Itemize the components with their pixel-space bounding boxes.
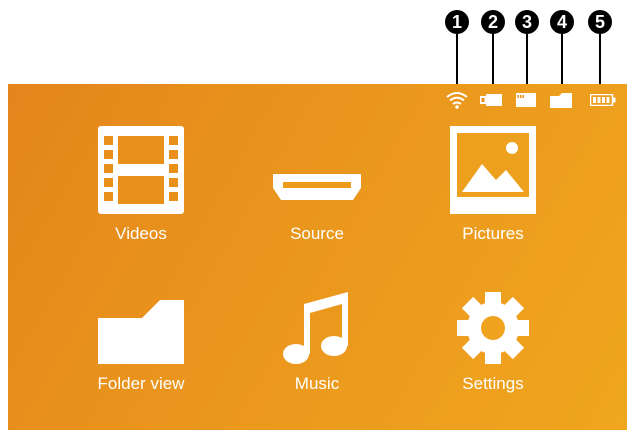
internal-memory-icon	[550, 90, 572, 110]
menu-item-videos-label: Videos	[115, 224, 167, 243]
callout-5-leader	[599, 34, 601, 84]
callout-5: 5	[588, 10, 612, 34]
battery-icon	[590, 90, 616, 110]
menu-item-music[interactable]: Music	[242, 290, 392, 394]
callout-2-leader	[492, 34, 494, 84]
menu-item-pictures-label: Pictures	[462, 224, 524, 243]
picture-icon	[450, 126, 536, 214]
wifi-icon	[446, 90, 468, 110]
menu-item-settings-label: Settings	[462, 374, 524, 393]
sd-card-icon	[516, 90, 536, 110]
callout-2: 2	[481, 10, 505, 34]
folder-icon	[98, 300, 184, 364]
callout-1: 1	[445, 10, 469, 34]
menu-item-pictures[interactable]: Pictures	[418, 124, 568, 244]
menu-item-videos[interactable]: Videos	[66, 124, 216, 244]
callout-4: 4	[550, 10, 574, 34]
menu-item-folder-view-label: Folder view	[97, 374, 185, 393]
menu-item-music-label: Music	[294, 374, 340, 393]
usb-stick-icon	[480, 90, 502, 110]
menu-item-folder-view[interactable]: Folder view	[66, 294, 216, 394]
music-note-icon	[283, 292, 348, 364]
callout-3-leader	[526, 34, 528, 84]
callout-3: 3	[515, 10, 539, 34]
callout-row: 1 2 3 4 5	[0, 0, 629, 84]
menu-item-source-label: Source	[290, 224, 344, 243]
menu-item-settings[interactable]: Settings	[418, 290, 568, 394]
gear-icon	[457, 292, 529, 364]
main-menu-screen: Videos Source Pictures Folder view Music	[8, 84, 627, 430]
menu-item-source[interactable]: Source	[242, 124, 392, 244]
film-icon	[98, 126, 184, 214]
hdmi-icon	[273, 174, 361, 200]
callout-4-leader	[561, 34, 563, 84]
callout-1-leader	[456, 34, 458, 84]
